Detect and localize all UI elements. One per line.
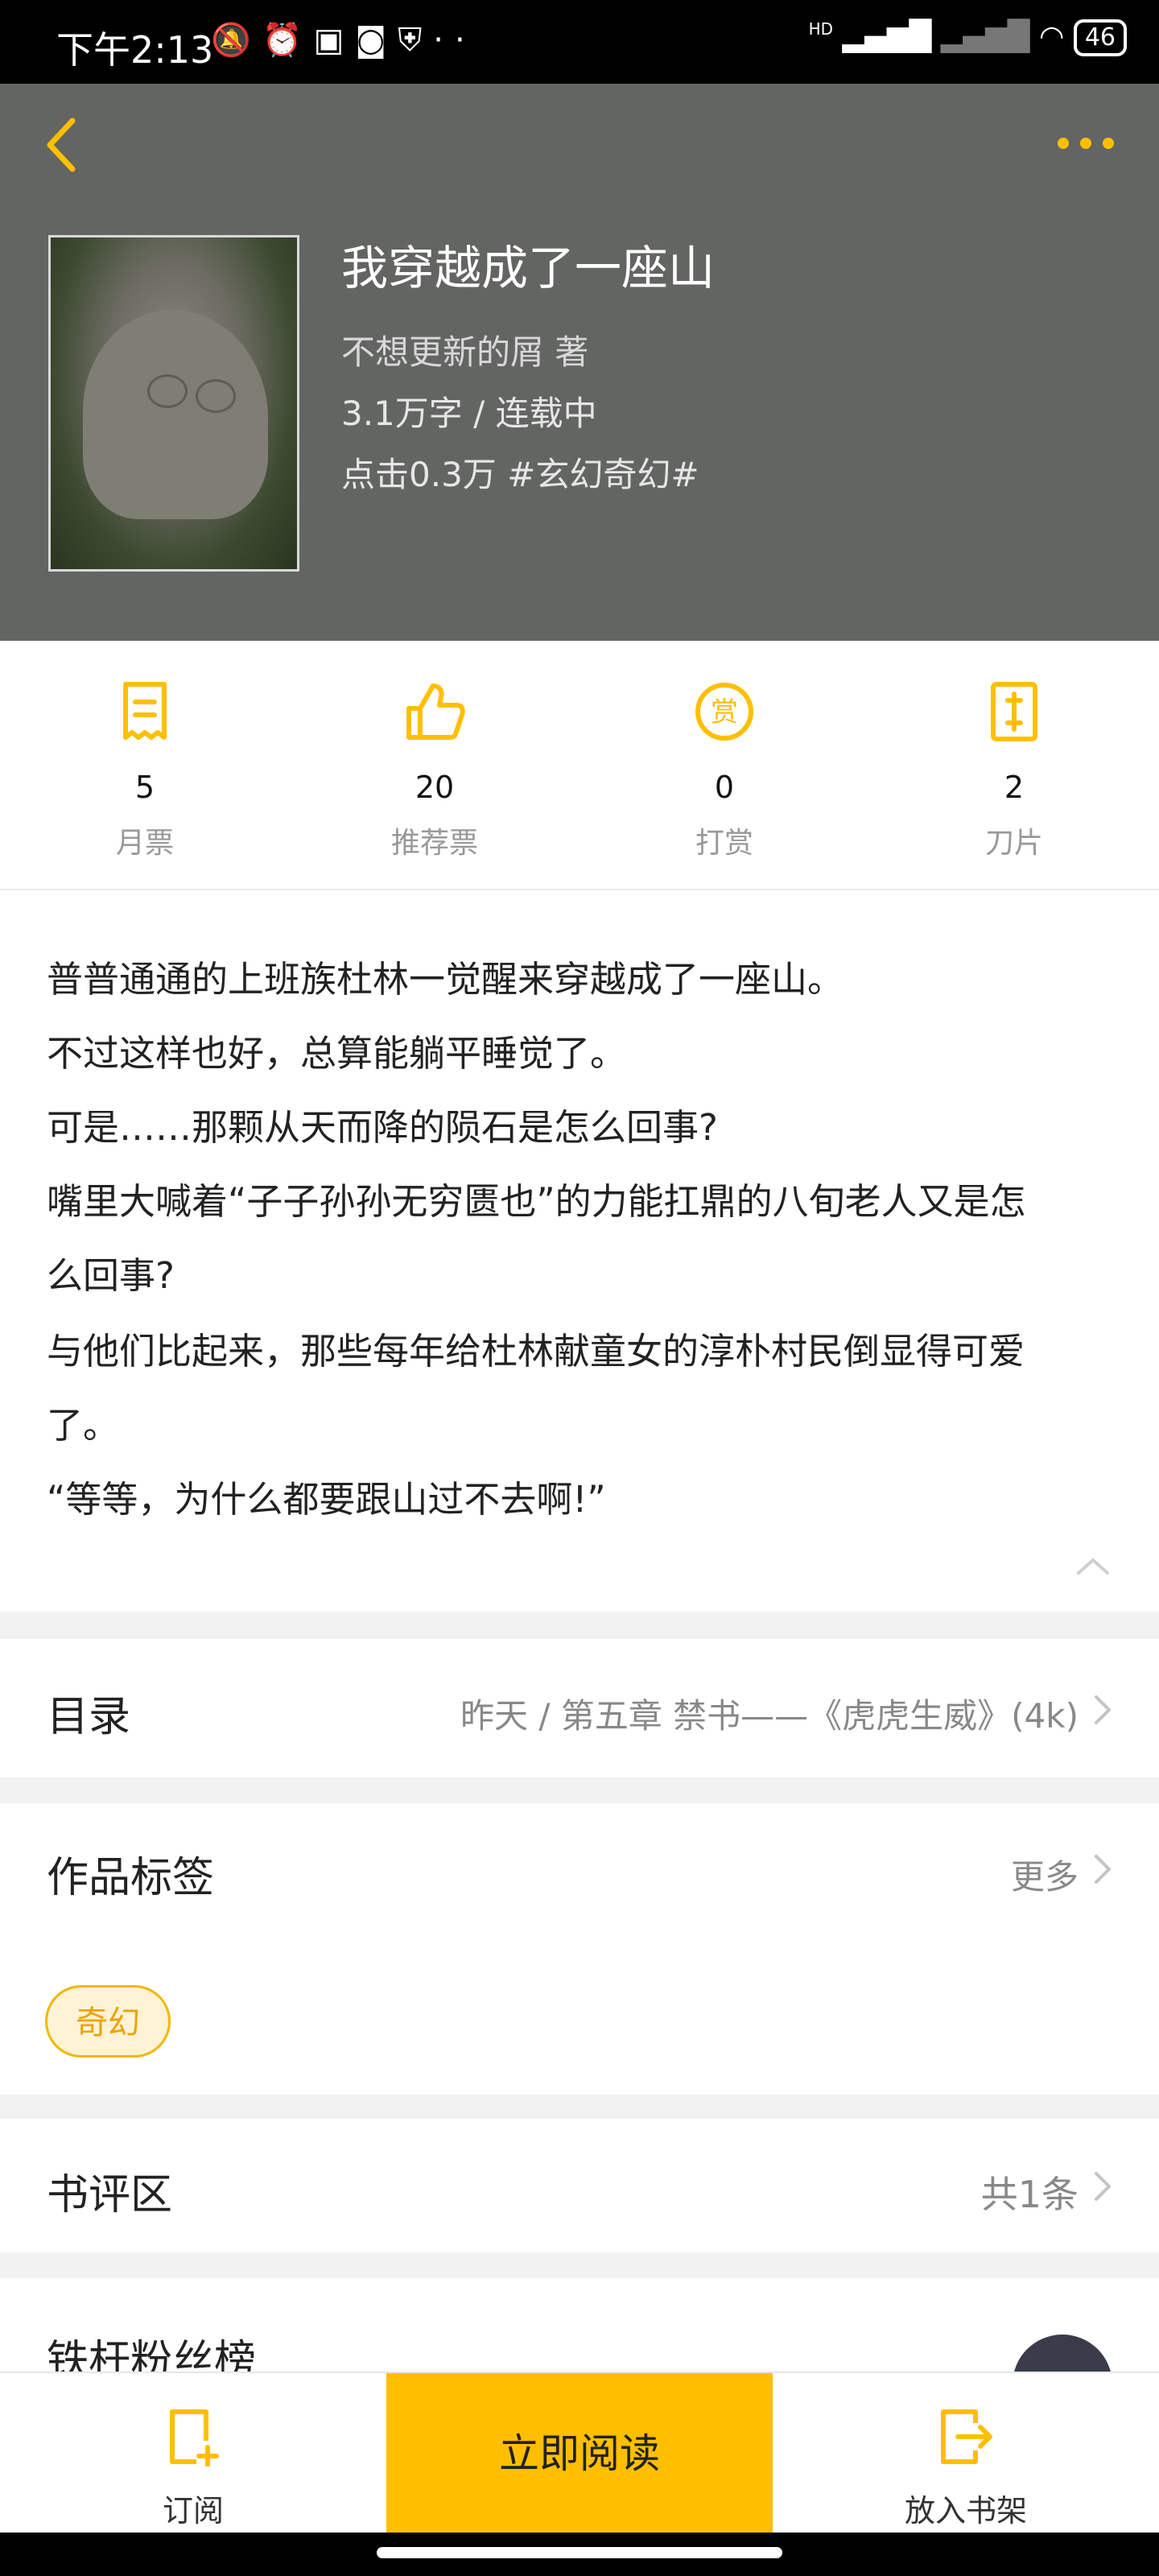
book-title: 我穿越成了一座山 <box>341 241 716 295</box>
subscribe-icon <box>170 2409 219 2467</box>
book-word-status: 3.1万字 / 连载中 <box>341 394 597 433</box>
svg-text:赏: 赏 <box>711 696 738 729</box>
synopsis-line: 嘴里大喊着“子子孙孙无穷匮也”的力能扛鼎的八旬老人又是怎 <box>47 1180 1026 1223</box>
signal-icon: ▂▄▆█ <box>842 20 932 53</box>
app-icon: ◙ <box>355 22 398 59</box>
status-notification-icons: 🔕⏰▣◙⛨·· <box>211 21 476 59</box>
system-nav-bar <box>0 2533 1159 2576</box>
hd-label: HD <box>808 19 834 39</box>
subscribe-button[interactable]: 订阅 <box>0 2373 386 2534</box>
stat-recommend-ticket[interactable]: 20 推荐票 <box>290 679 580 861</box>
catalog-title: 目录 <box>47 1693 131 1741</box>
tags-title: 作品标签 <box>47 1854 215 1902</box>
stats-row: 5 月票 20 推荐票 赏 0 打赏 2 刀片 <box>0 641 1159 889</box>
stat-reward[interactable]: 赏 0 打赏 <box>580 679 869 861</box>
add-shelf-icon <box>941 2409 992 2464</box>
status-time: 下午2:13 <box>56 28 214 72</box>
stat-label: 推荐票 <box>390 827 478 860</box>
stat-value: 20 <box>415 770 455 805</box>
more-icon[interactable] <box>1046 137 1114 152</box>
receipt-icon <box>123 682 167 740</box>
chevron-right-icon[interactable] <box>1093 1853 1112 1885</box>
stat-value: 5 <box>134 770 155 805</box>
shield-icon: ⛨ <box>398 22 434 59</box>
wifi-icon: ◠ <box>1038 20 1065 53</box>
synopsis-line: “等等，为什么都要跟山过不去啊!” <box>47 1478 606 1521</box>
reward-icon: 赏 <box>695 683 753 741</box>
synopsis-line: 了。 <box>47 1404 120 1447</box>
synopsis-line: 可是……那颗从天而降的陨石是怎么回事? <box>47 1106 718 1149</box>
alarm-icon: ⏰ <box>262 22 314 59</box>
back-icon[interactable] <box>39 113 87 177</box>
tags-more-link[interactable]: 更多 <box>1011 1850 1079 1899</box>
tag-pill[interactable]: 奇幻 <box>45 1985 171 2058</box>
add-shelf-label: 放入书架 <box>904 2493 1027 2529</box>
stat-label: 月票 <box>115 827 174 860</box>
synopsis-line: 不过这样也好，总算能躺平睡觉了。 <box>47 1032 627 1075</box>
add-to-shelf-button[interactable]: 放入书架 <box>773 2373 1159 2534</box>
stat-value: 0 <box>714 770 735 805</box>
thumbs-up-icon <box>406 683 465 740</box>
book-clicks-genre: 点击0.3万 #玄幻奇幻# <box>341 455 699 494</box>
read-now-button[interactable]: 立即阅读 <box>386 2373 773 2534</box>
subscribe-label: 订阅 <box>162 2493 224 2529</box>
mute-bell-icon: 🔕 <box>211 22 262 59</box>
status-system-icons: HD ▂▄▆█ ▂▄▆█ ◠ 46 <box>809 19 1127 56</box>
blade-icon <box>991 682 1037 741</box>
book-cover <box>48 235 299 572</box>
signal-icon: ▂▄▆█ <box>940 20 1030 53</box>
synopsis-line: 普普通通的上班族杜林一觉醒来穿越成了一座山。 <box>47 958 844 1001</box>
stat-label: 刀片 <box>984 827 1043 860</box>
reviews-title: 书评区 <box>47 2171 173 2219</box>
stat-label: 打赏 <box>695 827 753 860</box>
chevron-right-icon <box>1095 2172 1111 2201</box>
app-icon: ▣ <box>313 22 356 59</box>
stat-blade[interactable]: 2 刀片 <box>869 679 1159 861</box>
home-indicator[interactable] <box>377 2547 782 2558</box>
battery-icon: 46 <box>1073 19 1127 56</box>
more-dots-icon: ·· <box>433 22 476 59</box>
book-author: 不想更新的屑 著 <box>341 332 589 372</box>
synopsis-line: 与他们比起来，那些每年给杜林献童女的淳朴村民倒显得可爱 <box>47 1330 1025 1373</box>
chevron-right-icon <box>1095 1695 1111 1724</box>
catalog-latest-chapter: 昨天 / 第五章 禁书——《虎虎生威》(4k) <box>460 1696 1079 1736</box>
stat-monthly-ticket[interactable]: 5 月票 <box>0 679 290 861</box>
stat-value: 2 <box>1004 770 1025 805</box>
bottom-action-bar: 订阅 立即阅读 放入书架 <box>0 2372 1159 2534</box>
synopsis-line: 么回事? <box>47 1254 175 1297</box>
status-bar: 下午2:13 🔕⏰▣◙⛨·· HD ▂▄▆█ ▂▄▆█ ◠ 46 <box>0 0 1159 84</box>
chevron-up-icon[interactable] <box>1075 1555 1111 1576</box>
reviews-count: 共1条 <box>980 2173 1079 2216</box>
